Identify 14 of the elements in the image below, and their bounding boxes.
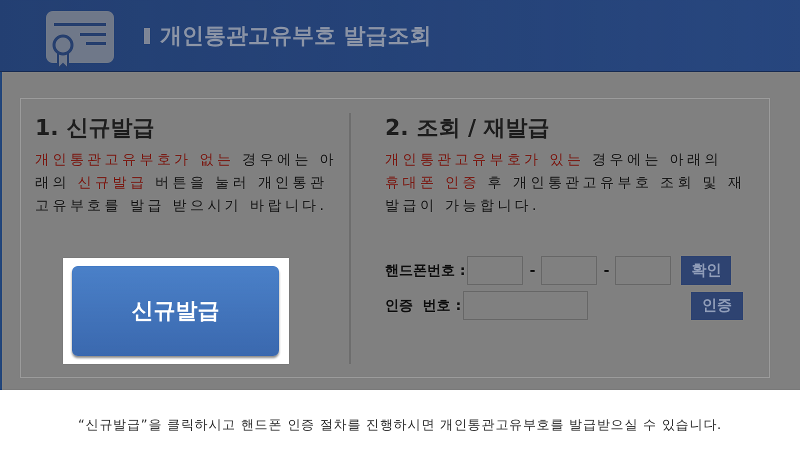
instruction-text: “신규발급”을 클릭하시고 핸드폰 인증 절차를 진행하시면 개인통관고유부호를 발급받으실 수 있습니다. [77, 416, 723, 434]
auth-label: 인증 번호 : [385, 296, 462, 314]
verify-button[interactable]: 인증 [691, 292, 744, 320]
confirm-button[interactable]: 확인 [681, 256, 732, 285]
phone-label: 핸드폰번호 : [385, 262, 466, 280]
dash-separator: - [602, 262, 610, 278]
section-description: 개인통관고유부호가 없는 경우에는 아래의 신규발급 버튼을 눌러 개인통관고유부호를 발급 받으시기 바랍니다. [35, 151, 337, 216]
section-heading: 2. 조회 / 재발급 [385, 115, 551, 143]
section-description: 개인통관고유부호가 있는 경우에는 아래의 휴대폰 인증 후 개인통관고유부호 조회 및 재발급이 가능합니다. [385, 151, 746, 216]
section-heading: 1. 신규발급 [35, 115, 156, 143]
new-issue-button[interactable]: 신규발급 [72, 266, 279, 356]
title-marker [144, 28, 150, 44]
page-title: 개인통관고유부호 발급조회 [160, 22, 432, 50]
dash-separator: - [528, 262, 536, 278]
